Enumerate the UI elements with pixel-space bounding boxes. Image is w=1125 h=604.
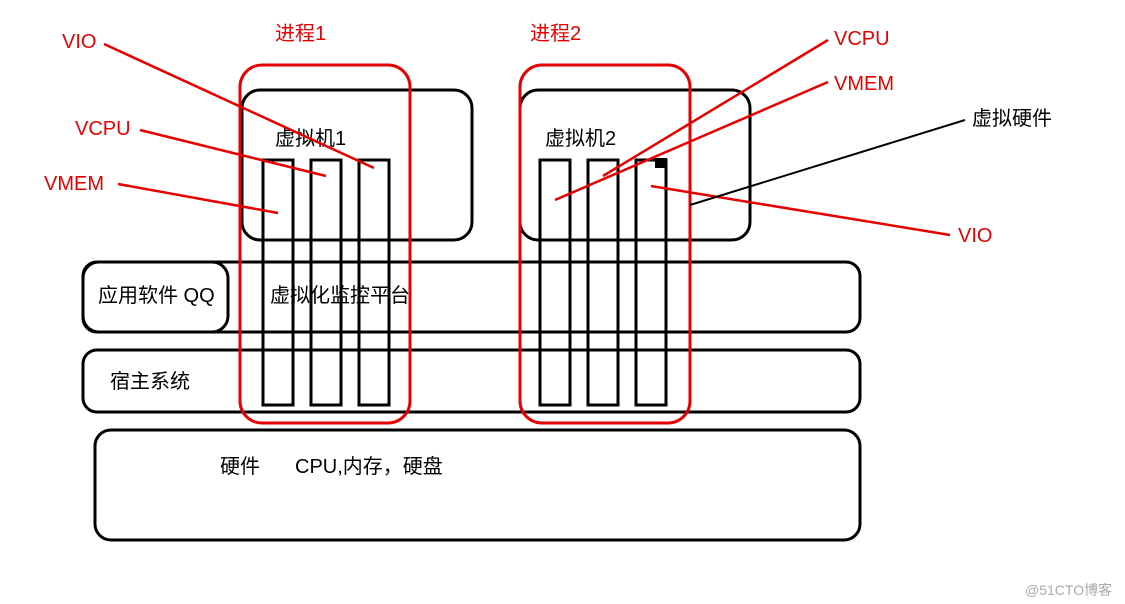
virtualization-diagram: 硬件 CPU,内存，硬盘 宿主系统 虚拟化监控平台 应用软件 QQ 虚拟机1 虚… [0,0,1125,604]
watermark: @51CTO博客 [1025,582,1112,598]
vm1-thread-vio [359,160,389,405]
vmem-right-label: VMEM [834,73,894,95]
line-vio-right [651,186,950,235]
tick-mark [655,158,667,168]
vm2-label: 虚拟机2 [545,127,616,150]
vm2-thread-vio [636,160,666,405]
app-qq-label: 应用软件 QQ [98,284,215,307]
layer-hardware [95,430,860,540]
layer-host-os [83,350,860,412]
vm2-thread-vcpu [588,160,618,405]
vio-right-label: VIO [958,225,992,247]
hardware-label: 硬件 [220,455,260,478]
line-virtual-hw [690,120,965,205]
vcpu-left-label: VCPU [75,118,131,140]
process1-label: 进程1 [275,22,326,45]
host-os-label: 宿主系统 [110,370,190,393]
virtual-hw-label: 虚拟硬件 [972,107,1052,130]
vcpu-right-label: VCPU [834,28,890,50]
process2-label: 进程2 [530,22,581,45]
vmem-left-label: VMEM [44,173,104,195]
line-vcpu-right [603,40,828,176]
vm1-thread-vcpu [311,160,341,405]
hardware-detail: CPU,内存，硬盘 [295,455,443,478]
vm1-thread-vmem [263,160,293,405]
line-vmem-left [118,184,278,213]
vio-left-label: VIO [62,31,96,53]
